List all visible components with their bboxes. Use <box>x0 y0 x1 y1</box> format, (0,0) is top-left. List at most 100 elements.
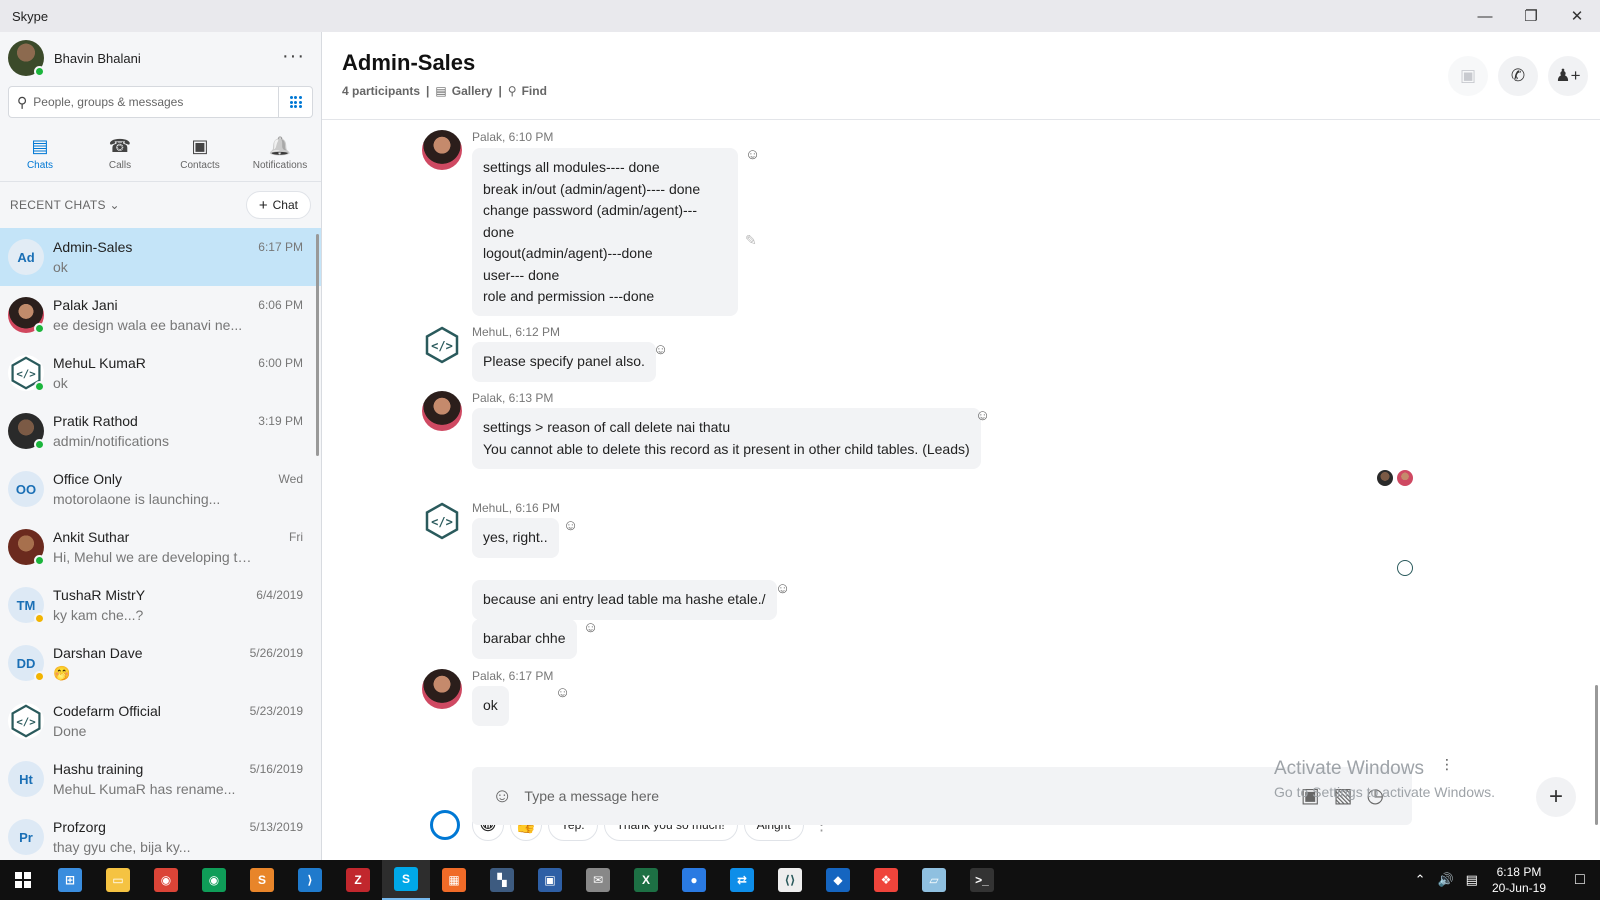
chat-list-item[interactable]: </> MehuL KumaR ok 6:00 PM <box>0 344 321 402</box>
chat-list-item[interactable]: OO Office Only motorolaone is launching...… <box>0 460 321 518</box>
add-reaction-icon[interactable]: ☺ <box>775 580 790 597</box>
anydesk-icon: ❖ <box>874 868 898 892</box>
chat-list-item[interactable]: Ankit Suthar Hi, Mehul we are developing … <box>0 518 321 576</box>
taskbar-vscode-button[interactable]: ⟩ <box>286 860 334 900</box>
taskbar-store-button[interactable]: ⊞ <box>46 860 94 900</box>
message-bubble[interactable]: barabar chhe <box>472 619 577 659</box>
sidebar-scrollbar[interactable] <box>316 234 319 456</box>
profile-name[interactable]: Bhavin Bhalani <box>54 51 141 66</box>
chat-list-item[interactable]: Palak Jani ee design wala ee banavi ne...… <box>0 286 321 344</box>
code-logo-icon: </> <box>425 502 459 540</box>
avatar-initials: OO <box>15 481 37 497</box>
add-reaction-icon[interactable]: ☺ <box>555 684 570 701</box>
add-reaction-icon[interactable]: ☺ <box>563 517 578 534</box>
taskbar-anydesk-button[interactable]: ❖ <box>862 860 910 900</box>
add-reaction-icon[interactable]: ☺ <box>583 619 598 636</box>
sender-avatar[interactable] <box>422 130 462 170</box>
tab-calls[interactable]: ☎ Calls <box>80 124 160 181</box>
add-reaction-icon[interactable]: ☺ <box>745 146 760 163</box>
chat-list-item[interactable]: Pr Profzorg thay gyu che, bija ky... 5/13/2… <box>0 808 321 860</box>
sender-avatar[interactable] <box>422 391 462 431</box>
find-link[interactable]: Find <box>522 84 547 98</box>
read-receipt-avatar <box>1397 470 1413 486</box>
sender-avatar[interactable]: </> <box>422 501 462 541</box>
minimize-button[interactable]: — <box>1462 0 1508 32</box>
gallery-link[interactable]: Gallery <box>452 84 493 98</box>
chat-list-item[interactable]: Ht Hashu training MehuL KumaR has rename..… <box>0 750 321 808</box>
taskbar-chrome-2-button[interactable]: ◉ <box>190 860 238 900</box>
chat-avatar: OO <box>8 471 44 507</box>
conversation-header: Admin-Sales 4 participants | ▤ Gallery |… <box>322 32 1600 120</box>
taskbar-file-explorer-button[interactable]: ▭ <box>94 860 142 900</box>
video-call-button[interactable]: ▣ <box>1448 56 1488 96</box>
code-logo-icon: </> <box>425 326 459 364</box>
chat-list-item[interactable]: </> Codefarm Official Done 5/23/2019 <box>0 692 321 750</box>
message-input[interactable]: Type a message here <box>524 788 659 804</box>
dialpad-button[interactable] <box>279 86 313 118</box>
taskbar-excel-button[interactable]: X <box>622 860 670 900</box>
restore-button[interactable]: ❐ <box>1508 0 1554 32</box>
mail-icon: ✉ <box>586 868 610 892</box>
taskbar-teamviewer-button[interactable]: ⇄ <box>718 860 766 900</box>
chat-list-item[interactable]: Ad Admin-Sales ok 6:17 PM <box>0 228 321 286</box>
search-input[interactable]: ⚲ People, groups & messages <box>8 86 279 118</box>
tab-notifications[interactable]: 🔔 Notifications <box>240 124 320 181</box>
action-center-icon[interactable]: □ <box>1560 871 1600 889</box>
participants-link[interactable]: 4 participants <box>342 84 420 98</box>
taskbar-mail-button[interactable]: ✉ <box>574 860 622 900</box>
message-bubble[interactable]: settings > reason of call delete nai tha… <box>472 408 981 469</box>
message-bubble[interactable]: yes, right.. <box>472 518 559 558</box>
chevron-up-icon[interactable]: ⌃ <box>1415 872 1426 888</box>
sender-avatar[interactable] <box>422 669 462 709</box>
network-icon[interactable]: ▤ <box>1466 872 1478 888</box>
sender-avatar[interactable]: </> <box>422 325 462 365</box>
more-actions-button[interactable]: + <box>1536 777 1576 817</box>
recent-chats-header[interactable]: RECENT CHATS ⌄ <box>10 198 120 212</box>
add-reaction-icon[interactable]: ☺ <box>653 341 668 358</box>
chat-avatar: </> <box>8 355 45 392</box>
taskbar-sublime-button[interactable]: S <box>238 860 286 900</box>
taskbar-terminal-button[interactable]: >_ <box>958 860 1006 900</box>
add-people-button[interactable]: ♟+ <box>1548 56 1588 96</box>
conversation-title[interactable]: Admin-Sales <box>342 32 1600 76</box>
taskbar-network-button[interactable]: ▣ <box>526 860 574 900</box>
message-composer[interactable]: ☺ Type a message here ▣ ▧ ◷ <box>472 767 1412 825</box>
windows-logo-icon <box>15 872 31 888</box>
taskbar-skype-button[interactable]: S <box>382 860 430 900</box>
tab-contacts[interactable]: ▣ Contacts <box>160 124 240 181</box>
plus-icon: + <box>258 196 268 214</box>
message-bubble[interactable]: Please specify panel also. <box>472 342 656 382</box>
taskbar-code-app-button[interactable]: ⟨⟩ <box>766 860 814 900</box>
taskbar-chrome-button[interactable]: ◉ <box>142 860 190 900</box>
new-chat-button[interactable]: + Chat <box>245 191 311 219</box>
add-reaction-icon[interactable]: ☺ <box>975 407 990 424</box>
tab-chats[interactable]: ▤ Chats <box>0 124 80 181</box>
audio-call-button[interactable]: ✆ <box>1498 56 1538 96</box>
volume-icon[interactable]: 🔊 <box>1437 872 1453 888</box>
chat-list-item[interactable]: TM TushaR MistrY ky kam che...? 6/4/2019 <box>0 576 321 634</box>
more-options-icon[interactable]: ··· <box>282 46 305 66</box>
chat-list-item[interactable]: Pratik Rathod admin/notifications 3:19 PM <box>0 402 321 460</box>
chat-list-item[interactable]: DD Darshan Dave 🤭 5/26/2019 <box>0 634 321 692</box>
contacts-icon: ▣ <box>191 135 209 156</box>
avatar-initials: Ad <box>17 249 35 265</box>
message-bubble[interactable]: ok <box>472 686 509 726</box>
taskbar-filezilla-button[interactable]: Z <box>334 860 382 900</box>
emoji-picker-icon[interactable]: ☺ <box>492 785 512 808</box>
profile-avatar[interactable] <box>8 40 45 77</box>
message-scrollbar[interactable] <box>1595 685 1598 825</box>
message-bubble[interactable]: settings all modules---- done break in/o… <box>472 148 738 316</box>
message-bubble[interactable]: because ani entry lead table ma hashe et… <box>472 580 777 620</box>
clock[interactable]: 6:18 PM 20-Jun-19 <box>1492 864 1546 896</box>
taskbar-maps-button[interactable]: ◆ <box>814 860 862 900</box>
taskbar-notepad-button[interactable]: ▱ <box>910 860 958 900</box>
close-button[interactable]: ✕ <box>1554 0 1600 32</box>
taskbar-firefox-button[interactable]: ● <box>670 860 718 900</box>
message-meta: MehuL, 6:16 PM <box>472 501 561 515</box>
message-list: Palak, 6:10 PM settings all modules---- … <box>322 120 1600 860</box>
start-button[interactable] <box>0 860 46 900</box>
clock-date: 20-Jun-19 <box>1491 881 1546 895</box>
taskbar-editor-button[interactable]: ▚ <box>478 860 526 900</box>
taskbar-box-button[interactable]: ▦ <box>430 860 478 900</box>
chrome-icon: ◉ <box>154 868 178 892</box>
